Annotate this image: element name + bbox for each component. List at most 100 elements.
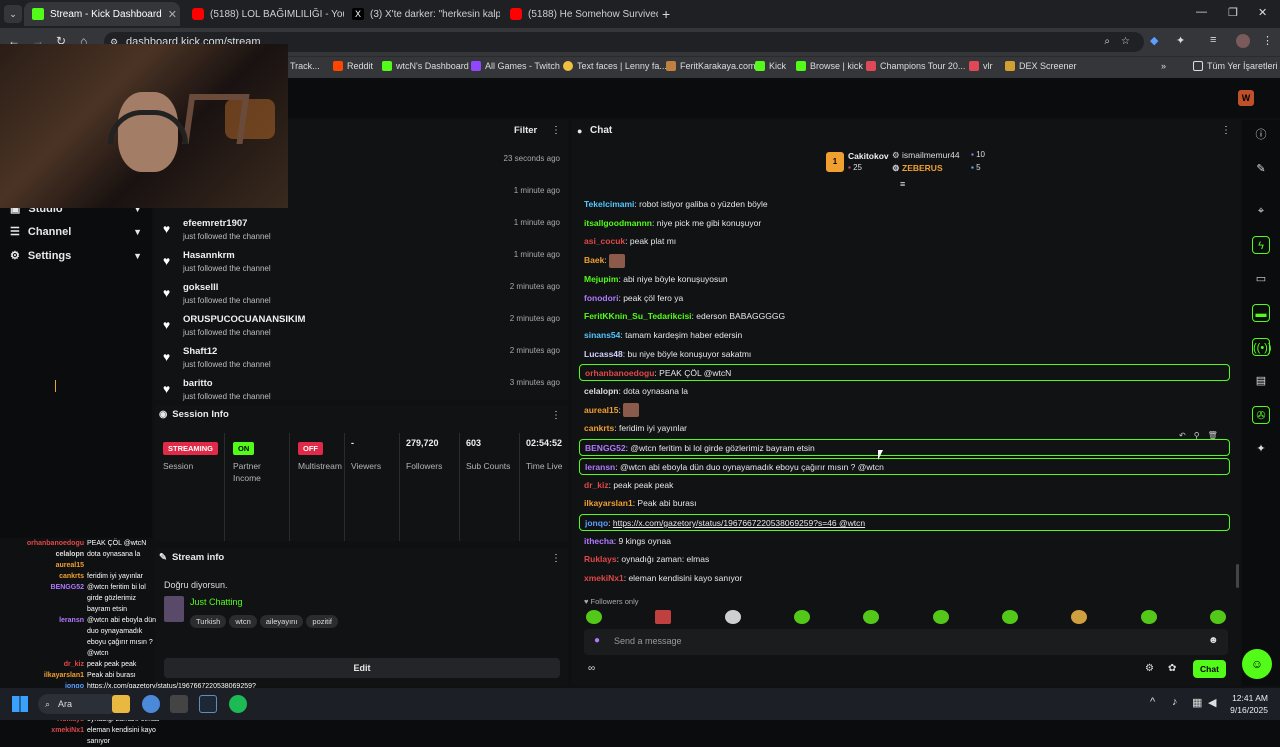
tab-youtube-2[interactable]: (5188) He Somehow Survived T ✕ <box>502 2 658 26</box>
emote-icon[interactable] <box>655 610 672 624</box>
media-icon[interactable]: ≡ <box>1210 34 1216 46</box>
microphone-icon[interactable]: ● <box>594 635 600 646</box>
chat-username[interactable]: sinans54 <box>584 330 620 340</box>
chat-message[interactable]: asi_cocuk: peak plat mı <box>584 233 676 249</box>
chat-username[interactable]: FeritKKnin_Su_Tedarikcisi <box>584 311 692 321</box>
bookmark-item[interactable]: wtcN's Dashboard <box>382 61 469 71</box>
activity-row[interactable]: ♥ Shaft12 just followed the channel 2 minut… <box>155 344 568 376</box>
chat-username[interactable]: Lucass48 <box>584 349 623 359</box>
bookmark-item[interactable]: Reddit <box>333 61 373 71</box>
bookmark-item[interactable]: Text faces | Lenny fa... <box>563 61 667 71</box>
bookmark-item[interactable]: DEX Screener <box>1005 61 1077 71</box>
taskbar-search[interactable]: ⌕ Ara <box>38 694 118 714</box>
more-icon[interactable]: ⋮ <box>551 553 561 564</box>
send-chat-button[interactable]: Chat <box>1193 660 1226 678</box>
chat-username[interactable]: fonodori <box>584 293 618 303</box>
volume-icon[interactable]: ◀ <box>1208 696 1216 709</box>
tab-x[interactable]: X (3) X'te darker: "herkesin kalpte ✕ <box>344 2 500 26</box>
chat-message[interactable]: Baek: <box>584 252 626 268</box>
chat-username[interactable]: Tekelcimami <box>584 199 634 209</box>
extension-icon[interactable]: ◆ <box>1150 34 1158 47</box>
maximize-button[interactable]: ❐ <box>1228 6 1238 19</box>
chat-message[interactable]: BENGG52: @wtcn feritim bi lol girde gözl… <box>579 439 1230 457</box>
activity-row[interactable]: ♥ ORUSPUCOCUANANSIKIM just followed the ch… <box>155 312 568 344</box>
chat-username[interactable]: Baek <box>584 255 604 265</box>
more-icon[interactable]: ⋮ <box>551 125 561 136</box>
edit-button[interactable]: Edit <box>164 658 560 678</box>
channel-avatar[interactable]: W <box>1238 90 1254 106</box>
edit-icon[interactable]: ✎ <box>1252 160 1270 178</box>
chat-username[interactable]: asi_cocuk <box>584 236 625 246</box>
steam-icon[interactable] <box>199 695 217 713</box>
chat-message[interactable]: ilkayarslan1: Peak abi burası <box>584 495 697 511</box>
lightning-icon[interactable]: ϟ <box>1252 236 1270 254</box>
emote-icon[interactable] <box>586 610 602 624</box>
emote-icon[interactable] <box>1071 610 1088 624</box>
activity-row[interactable]: ♥ efeemretr1907 just followed the channel 1… <box>155 216 568 248</box>
loop-icon[interactable]: ∞ <box>588 663 595 674</box>
chat-message[interactable]: orhanbanoedogu: PEAK ÇÖL @wtcN <box>579 364 1230 382</box>
close-icon[interactable]: ✕ <box>168 8 177 21</box>
emote-icon[interactable] <box>724 610 741 624</box>
microphone-icon[interactable]: ♪ <box>1172 696 1178 708</box>
chat-username[interactable]: BENGG52 <box>585 443 626 453</box>
chat-username[interactable]: xmekiNx1 <box>584 573 624 583</box>
emote-icon[interactable] <box>863 610 880 624</box>
menu-icon[interactable]: ⋮ <box>1262 34 1273 47</box>
bookmark-item[interactable]: FeritKarakaya.com <box>666 61 756 71</box>
clock-date[interactable]: 9/16/2025 <box>1226 705 1268 715</box>
sparkle-icon[interactable]: ✦ <box>1252 440 1270 458</box>
window-close-button[interactable]: ✕ <box>1258 6 1267 19</box>
chat-message[interactable]: cankrts: feridim iyi yayınlar <box>584 420 687 436</box>
app-icon[interactable] <box>170 695 188 713</box>
chat-username[interactable]: leransn <box>585 462 615 472</box>
chat-message[interactable]: xmekiNx1: eleman kendisini kayo sanıyor <box>584 570 742 586</box>
help-button[interactable]: ☺ <box>1242 649 1272 679</box>
tray-chevron-icon[interactable]: ^ <box>1150 696 1155 708</box>
windows-start-icon[interactable] <box>12 696 28 712</box>
chat-username[interactable]: Mejupim <box>584 274 618 284</box>
chat-message[interactable]: Lucass48: bu niye böyle konuşuyor sakatm… <box>584 346 751 362</box>
chat-username[interactable]: ithecha <box>584 536 614 546</box>
chat-username[interactable]: celalopn <box>584 386 618 396</box>
wrench-icon[interactable]: ✇ <box>1252 406 1270 424</box>
file-icon[interactable]: ▭ <box>1252 270 1270 288</box>
chat-username[interactable]: dr_kiz <box>584 480 609 490</box>
activity-row[interactable]: ♥ baritto just followed the channel 3 minut… <box>155 376 568 408</box>
chrome-icon[interactable] <box>142 695 160 713</box>
network-icon[interactable]: ▦ <box>1192 696 1202 709</box>
emote-icon[interactable] <box>1001 610 1018 624</box>
activity-row[interactable]: ♥ gokselll just followed the channel 2 minu… <box>155 280 568 312</box>
activity-row[interactable]: ♥ Hasannkrm just followed the channel 1 min… <box>155 248 568 280</box>
chat-message[interactable]: FeritKKnin_Su_Tedarikcisi: ederson BABAG… <box>584 308 785 324</box>
zoom-icon[interactable]: ⌕ <box>1104 32 1110 52</box>
info-icon[interactable]: ⓘ <box>1252 126 1270 144</box>
chat-message-input[interactable]: ● Send a message ☻ <box>584 629 1228 655</box>
chat-username[interactable]: itsallgoodmannn <box>584 218 652 228</box>
more-icon[interactable]: ⋮ <box>1221 125 1231 136</box>
expand-icon[interactable]: ≡ <box>900 179 905 189</box>
puzzle-icon[interactable]: ✦ <box>1176 34 1185 47</box>
tab-kick-dashboard[interactable]: Stream - Kick Dashboard ✕ <box>24 2 180 26</box>
new-tab-button[interactable]: + <box>662 6 670 22</box>
chat-message[interactable]: fonodori: peak çöl fero ya <box>584 290 683 306</box>
broadcast-icon[interactable]: ((•)) <box>1252 338 1272 356</box>
clock-time[interactable]: 12:41 AM <box>1226 693 1268 703</box>
emote-icon[interactable] <box>1209 610 1226 624</box>
bookmark-item[interactable]: Track... <box>290 61 320 71</box>
chat-message[interactable]: sinans54: tamam kardeşim haber edersin <box>584 327 742 343</box>
chat-username[interactable]: orhanbanoedogu <box>585 368 654 378</box>
chat-message[interactable]: ithecha: 9 kings oynaa <box>584 533 671 549</box>
spotify-icon[interactable] <box>229 695 247 713</box>
chat-message[interactable]: aureal15: <box>584 402 640 418</box>
chat-username[interactable]: cankrts <box>584 423 614 433</box>
emote-icon[interactable] <box>793 610 810 624</box>
layout-icon[interactable]: ▤ <box>1252 372 1270 390</box>
tab-youtube-1[interactable]: (5188) LOL BAĞIMLILIĞI - YouTu ✕ <box>184 2 344 26</box>
sidebar-item-channel[interactable]: ☰ Channel ▼ <box>10 225 142 239</box>
gear-icon[interactable]: ⚙ <box>1145 663 1154 674</box>
filter-button[interactable]: Filter <box>514 125 537 136</box>
chat-message[interactable]: Tekelcimami: robot istiyor galiba o yüzd… <box>584 196 768 212</box>
kick-icon[interactable]: ✿ <box>1168 663 1176 674</box>
bookmark-star-icon[interactable]: ☆ <box>1121 32 1130 52</box>
